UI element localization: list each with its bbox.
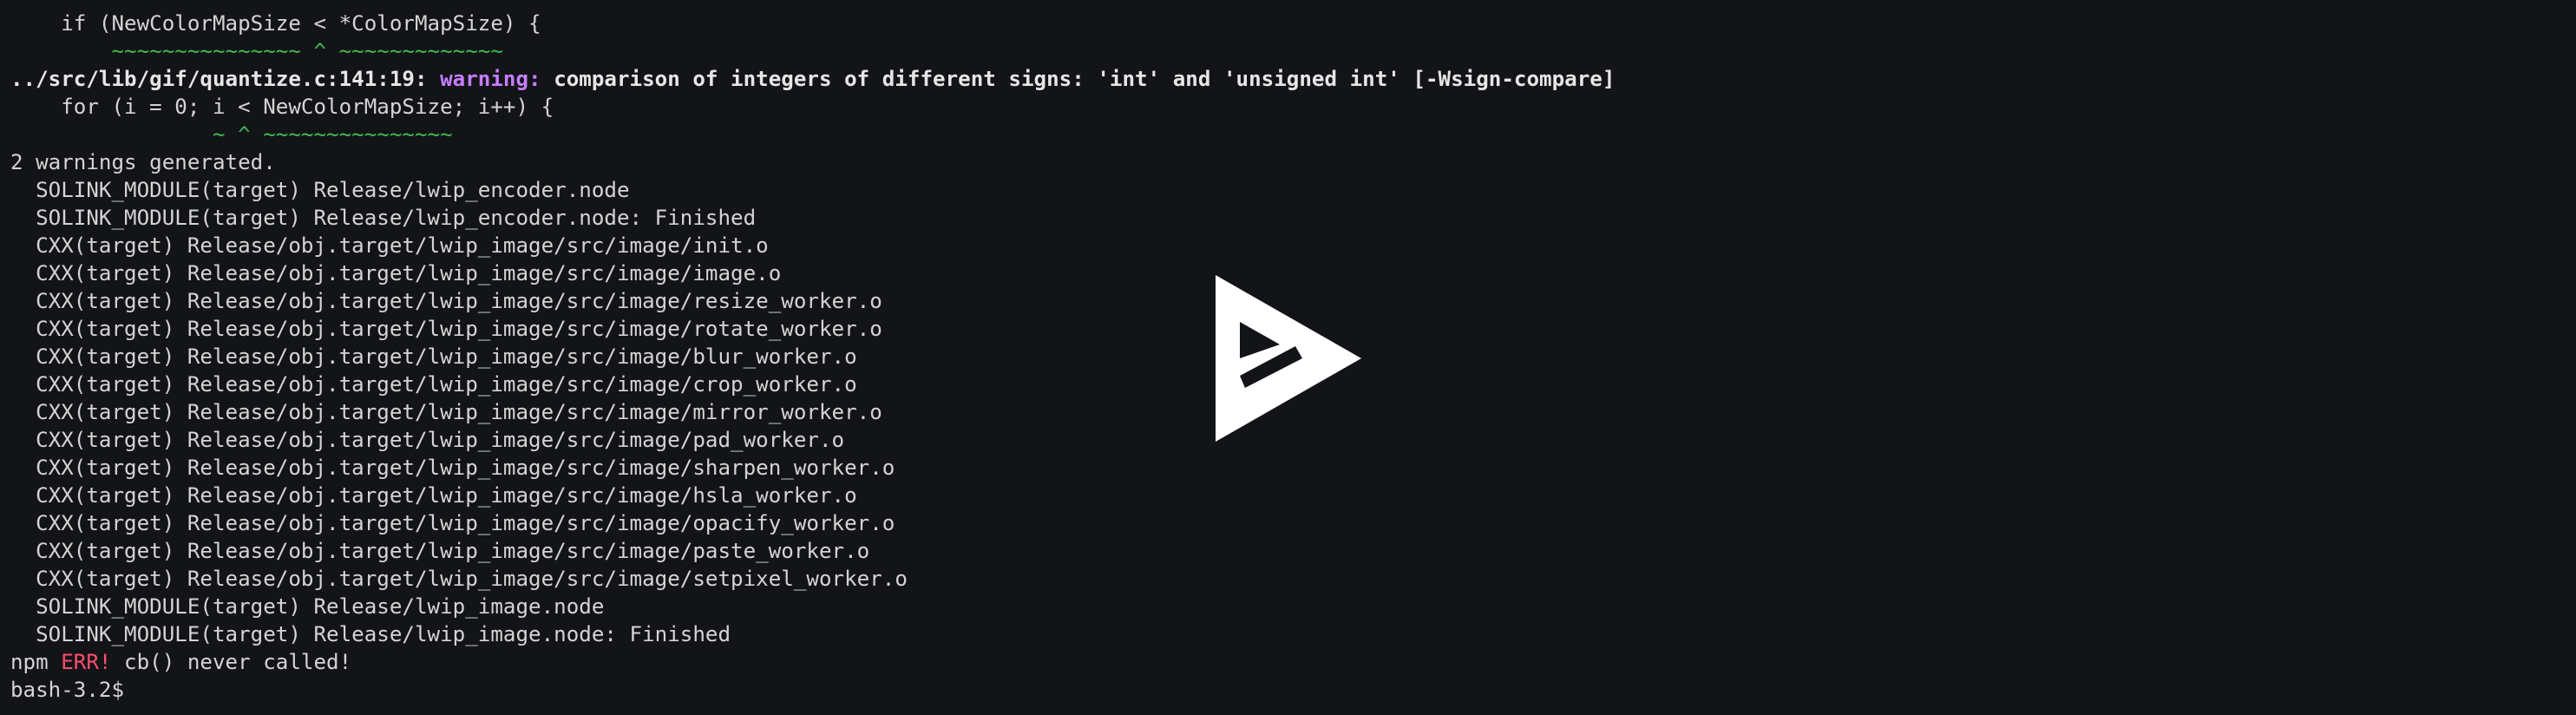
build-line: SOLINK_MODULE(target) Release/lwip_encod… xyxy=(10,206,757,230)
code-marker-if: ~~~~~~~~~~~~~~~ ^ ~~~~~~~~~~~~~ xyxy=(10,39,503,63)
build-line: SOLINK_MODULE(target) Release/lwip_image… xyxy=(10,622,731,646)
warning-location: ../src/lib/gif/quantize.c:141:19: xyxy=(10,67,428,91)
warning-label: warning: xyxy=(440,67,541,91)
npm-error-line: npm ERR! cb() never called! xyxy=(10,648,2561,676)
build-line: CXX(target) Release/obj.target/lwip_imag… xyxy=(10,483,857,508)
build-line: CXX(target) Release/obj.target/lwip_imag… xyxy=(10,511,895,535)
build-line: CXX(target) Release/obj.target/lwip_imag… xyxy=(10,539,870,563)
play-icon-graphic xyxy=(1216,275,1361,442)
npm-err-label: ERR! xyxy=(61,650,112,674)
warnings-generated: 2 warnings generated. xyxy=(10,150,276,174)
build-line: SOLINK_MODULE(target) Release/lwip_encod… xyxy=(10,178,630,202)
npm-err-message: cb() never called! xyxy=(111,650,352,674)
asciinema-play-icon[interactable] xyxy=(1209,272,1365,445)
warning-message: comparison of integers of different sign… xyxy=(554,67,1616,91)
build-line: CXX(target) Release/obj.target/lwip_imag… xyxy=(10,456,895,480)
code-line-for: for (i = 0; i < NewColorMapSize; i++) { xyxy=(10,95,554,119)
code-line-if: if (NewColorMapSize < *ColorMapSize) { xyxy=(10,11,541,36)
shell-prompt[interactable]: bash-3.2$ xyxy=(10,676,2561,704)
build-line: CXX(target) Release/obj.target/lwip_imag… xyxy=(10,233,769,258)
build-line: CXX(target) Release/obj.target/lwip_imag… xyxy=(10,567,908,591)
code-marker-for: ~ ^ ~~~~~~~~~~~~~~~ xyxy=(10,122,453,147)
warning-line: ../src/lib/gif/quantize.c:141:19: warnin… xyxy=(10,65,2561,93)
build-line: SOLINK_MODULE(target) Release/lwip_image… xyxy=(10,594,605,619)
npm-prefix: npm xyxy=(10,650,49,674)
